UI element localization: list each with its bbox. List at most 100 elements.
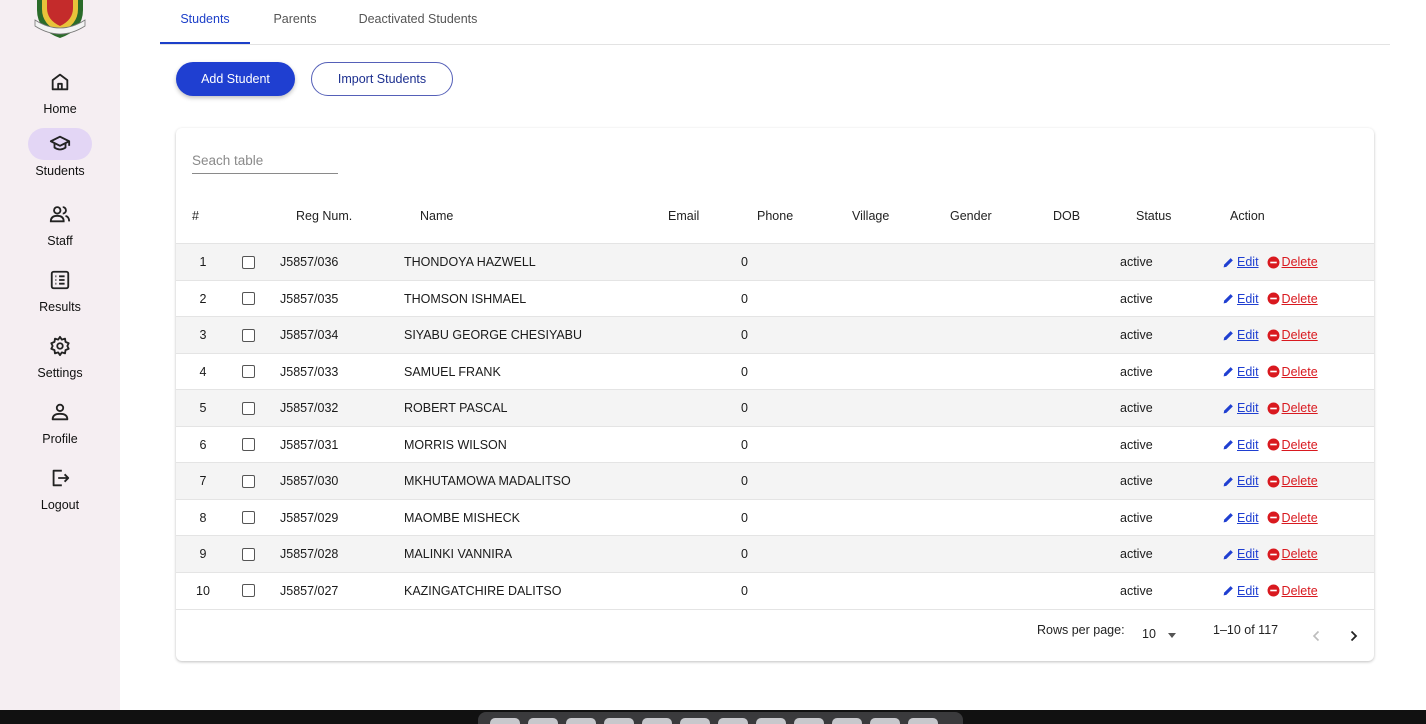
tab-bar: Students Parents Deactivated Students bbox=[160, 0, 1390, 45]
row-checkbox[interactable] bbox=[242, 547, 255, 561]
sidebar-item-label: Logout bbox=[40, 498, 80, 512]
tab-students[interactable]: Students bbox=[160, 0, 250, 45]
edit-label: Edit bbox=[1237, 547, 1259, 561]
delete-link[interactable]: Delete bbox=[1267, 547, 1318, 561]
row-checkbox[interactable] bbox=[242, 401, 255, 415]
edit-link[interactable]: Edit bbox=[1222, 328, 1259, 342]
action-cell: Edit Delete bbox=[1222, 317, 1318, 353]
dock-app-icon[interactable] bbox=[794, 718, 824, 724]
reg-num-cell: J5857/036 bbox=[280, 255, 339, 269]
edit-link[interactable]: Edit bbox=[1222, 365, 1259, 379]
action-cell: Edit Delete bbox=[1222, 500, 1318, 536]
sidebar-item-logout[interactable]: Logout bbox=[0, 462, 120, 522]
row-checkbox[interactable] bbox=[242, 511, 255, 524]
search-input[interactable] bbox=[192, 148, 338, 174]
sidebar-item-results[interactable]: Results bbox=[0, 264, 120, 324]
table-row: 4 J5857/033 SAMUEL FRANK 0 active Edit Delete bbox=[176, 352, 1374, 389]
action-cell: Edit Delete bbox=[1222, 281, 1318, 317]
dock-app-icon[interactable] bbox=[832, 718, 862, 724]
status-cell: active bbox=[1120, 364, 1153, 379]
add-student-button[interactable]: Add Student bbox=[176, 62, 295, 96]
status-cell: active bbox=[1120, 255, 1153, 269]
pencil-icon bbox=[1223, 476, 1233, 486]
action-cell: Edit Delete bbox=[1222, 244, 1318, 280]
edit-link[interactable]: Edit bbox=[1222, 438, 1259, 452]
delete-link[interactable]: Delete bbox=[1267, 474, 1318, 488]
row-checkbox[interactable] bbox=[242, 365, 255, 378]
delete-link[interactable]: Delete bbox=[1267, 438, 1318, 452]
name-cell: THOMSON ISHMAEL bbox=[404, 291, 527, 306]
minus-circle-icon bbox=[1267, 365, 1280, 378]
name-cell: MORRIS WILSON bbox=[404, 437, 507, 452]
dock-app-icon[interactable] bbox=[718, 718, 748, 724]
dock-app-icon[interactable] bbox=[566, 718, 596, 724]
next-page-button[interactable] bbox=[1341, 624, 1365, 648]
sidebar-item-label: Profile bbox=[42, 432, 78, 446]
pencil-icon bbox=[1223, 257, 1233, 267]
row-number: 1 bbox=[199, 255, 207, 269]
row-checkbox[interactable] bbox=[242, 292, 255, 305]
dock-app-icon[interactable] bbox=[490, 718, 520, 724]
sidebar-item-staff[interactable]: Staff bbox=[0, 198, 120, 258]
sidebar-item-settings[interactable]: Settings bbox=[0, 330, 120, 390]
tab-parents[interactable]: Parents bbox=[258, 0, 332, 45]
dock-app-icon[interactable] bbox=[680, 718, 710, 724]
row-number: 3 bbox=[199, 328, 207, 342]
delete-link[interactable]: Delete bbox=[1267, 255, 1318, 269]
delete-link[interactable]: Delete bbox=[1267, 584, 1318, 598]
reg-num-cell: J5857/029 bbox=[280, 510, 339, 525]
delete-link[interactable]: Delete bbox=[1267, 328, 1318, 342]
edit-link[interactable]: Edit bbox=[1222, 584, 1259, 598]
row-checkbox[interactable] bbox=[242, 328, 255, 342]
column-header-reg-num: Reg Num. bbox=[296, 209, 353, 223]
dock-app-icon[interactable] bbox=[642, 718, 672, 724]
row-checkbox[interactable] bbox=[242, 584, 255, 597]
edit-link[interactable]: Edit bbox=[1222, 511, 1259, 525]
name-cell: THONDOYA HAZWELL bbox=[404, 255, 536, 269]
minus-circle-icon bbox=[1267, 438, 1280, 451]
minus-circle-icon bbox=[1267, 511, 1280, 524]
edit-link[interactable]: Edit bbox=[1222, 255, 1259, 269]
delete-link[interactable]: Delete bbox=[1267, 511, 1318, 525]
reg-num-cell: J5857/027 bbox=[280, 583, 339, 598]
dock-app-icon[interactable] bbox=[756, 718, 786, 724]
pencil-icon bbox=[1223, 330, 1233, 340]
row-checkbox[interactable] bbox=[242, 255, 255, 269]
table-body: 1 J5857/036 THONDOYA HAZWELL 0 active Edit Del… bbox=[176, 243, 1374, 608]
row-number: 7 bbox=[199, 474, 207, 488]
row-number: 9 bbox=[199, 547, 207, 561]
previous-page-button[interactable] bbox=[1305, 624, 1329, 648]
name-cell: KAZINGATCHIRE DALITSO bbox=[404, 583, 562, 598]
sidebar-item-students[interactable]: Students bbox=[0, 128, 120, 188]
row-checkbox[interactable] bbox=[242, 438, 255, 451]
pencil-icon bbox=[1223, 549, 1233, 559]
row-checkbox[interactable] bbox=[242, 474, 255, 488]
table-row: 5 J5857/032 ROBERT PASCAL 0 active Edit Delete bbox=[176, 389, 1374, 426]
dock-app-icon[interactable] bbox=[528, 718, 558, 724]
rows-per-page-select[interactable]: 10 bbox=[1142, 627, 1176, 641]
column-header-action: Action bbox=[1230, 209, 1265, 223]
minus-circle-icon bbox=[1267, 584, 1280, 597]
edit-link[interactable]: Edit bbox=[1222, 401, 1259, 415]
tab-deactivated-students[interactable]: Deactivated Students bbox=[348, 0, 488, 45]
dock-app-icon[interactable] bbox=[908, 718, 938, 724]
delete-link[interactable]: Delete bbox=[1267, 292, 1318, 306]
import-students-button[interactable]: Import Students bbox=[311, 62, 453, 96]
name-cell: ROBERT PASCAL bbox=[404, 401, 508, 415]
sidebar-item-home[interactable]: Home bbox=[0, 66, 120, 126]
dock-app-icon[interactable] bbox=[604, 718, 634, 724]
sidebar-item-profile[interactable]: Profile bbox=[0, 396, 120, 456]
delete-link[interactable]: Delete bbox=[1267, 365, 1318, 379]
delete-label: Delete bbox=[1281, 510, 1318, 525]
rows-per-page-value: 10 bbox=[1142, 627, 1156, 641]
pencil-icon bbox=[1223, 294, 1233, 304]
delete-link[interactable]: Delete bbox=[1267, 401, 1318, 415]
gear-icon bbox=[28, 330, 92, 362]
dock-app-icon[interactable] bbox=[870, 718, 900, 724]
action-cell: Edit Delete bbox=[1222, 390, 1318, 426]
status-cell: active bbox=[1120, 547, 1153, 561]
edit-link[interactable]: Edit bbox=[1222, 474, 1259, 488]
edit-link[interactable]: Edit bbox=[1222, 292, 1259, 306]
edit-link[interactable]: Edit bbox=[1222, 547, 1259, 561]
status-cell: active bbox=[1120, 291, 1153, 306]
